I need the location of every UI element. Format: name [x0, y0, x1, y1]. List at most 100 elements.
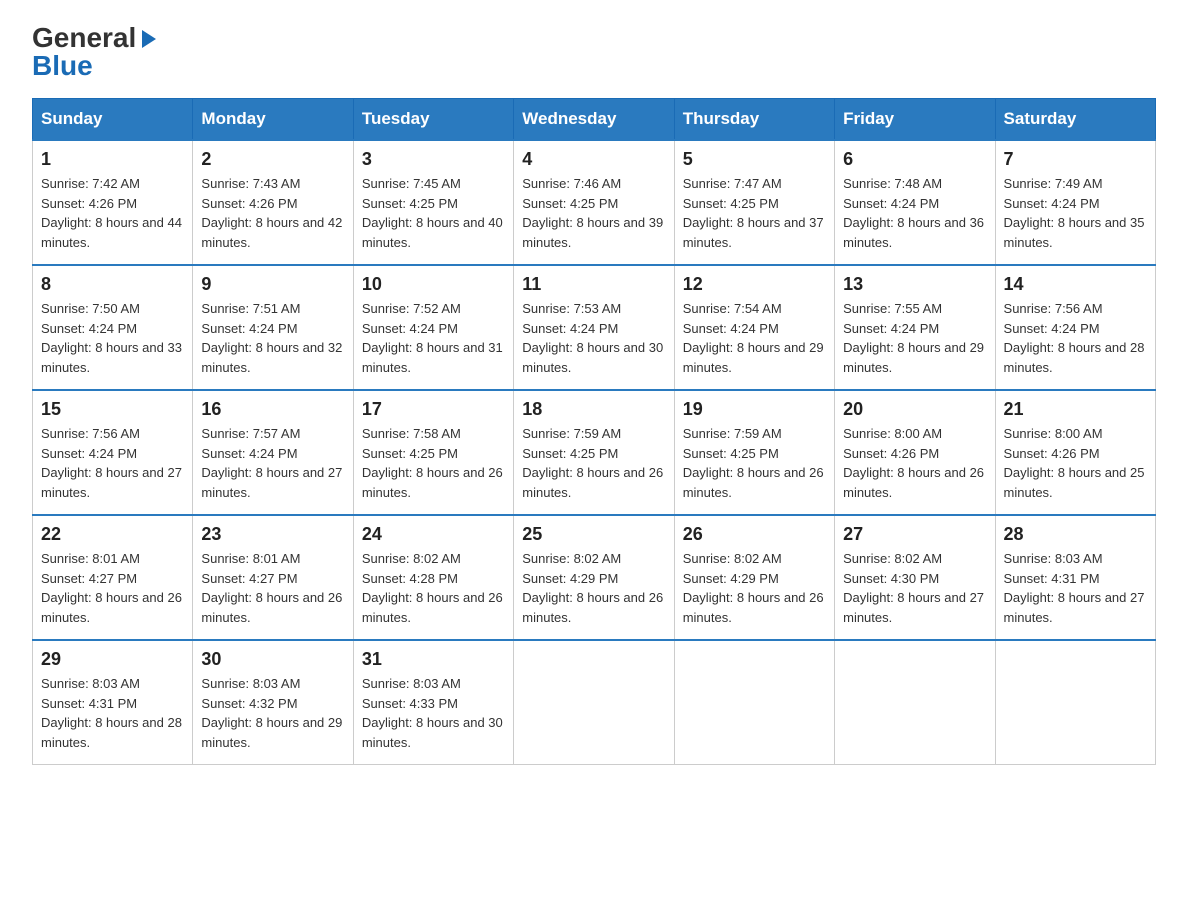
day-info: Sunrise: 8:02 AMSunset: 4:29 PMDaylight:…: [683, 549, 826, 627]
calendar-table: SundayMondayTuesdayWednesdayThursdayFrid…: [32, 98, 1156, 765]
day-info: Sunrise: 8:02 AMSunset: 4:28 PMDaylight:…: [362, 549, 505, 627]
day-number: 8: [41, 274, 184, 295]
calendar-day-cell: [835, 640, 995, 765]
day-info: Sunrise: 7:59 AMSunset: 4:25 PMDaylight:…: [683, 424, 826, 502]
calendar-day-cell: 2 Sunrise: 7:43 AMSunset: 4:26 PMDaylight…: [193, 140, 353, 265]
day-number: 12: [683, 274, 826, 295]
calendar-day-cell: 31 Sunrise: 8:03 AMSunset: 4:33 PMDayligh…: [353, 640, 513, 765]
day-number: 13: [843, 274, 986, 295]
calendar-day-cell: 20 Sunrise: 8:00 AMSunset: 4:26 PMDayligh…: [835, 390, 995, 515]
calendar-day-cell: [995, 640, 1155, 765]
day-info: Sunrise: 8:01 AMSunset: 4:27 PMDaylight:…: [201, 549, 344, 627]
day-info: Sunrise: 7:55 AMSunset: 4:24 PMDaylight:…: [843, 299, 986, 377]
day-number: 23: [201, 524, 344, 545]
day-number: 15: [41, 399, 184, 420]
weekday-header: Saturday: [995, 99, 1155, 141]
calendar-day-cell: 14 Sunrise: 7:56 AMSunset: 4:24 PMDayligh…: [995, 265, 1155, 390]
calendar-day-cell: 17Sunrise: 7:58 AMSunset: 4:25 PMDayligh…: [353, 390, 513, 515]
day-number: 10: [362, 274, 505, 295]
day-info: Sunrise: 7:42 AMSunset: 4:26 PMDaylight:…: [41, 174, 184, 252]
calendar-day-cell: 7 Sunrise: 7:49 AMSunset: 4:24 PMDaylight…: [995, 140, 1155, 265]
calendar-day-cell: 3 Sunrise: 7:45 AMSunset: 4:25 PMDaylight…: [353, 140, 513, 265]
calendar-header-row: SundayMondayTuesdayWednesdayThursdayFrid…: [33, 99, 1156, 141]
day-number: 16: [201, 399, 344, 420]
calendar-day-cell: 16 Sunrise: 7:57 AMSunset: 4:24 PMDayligh…: [193, 390, 353, 515]
calendar-day-cell: 27 Sunrise: 8:02 AMSunset: 4:30 PMDayligh…: [835, 515, 995, 640]
day-info: Sunrise: 8:02 AMSunset: 4:30 PMDaylight:…: [843, 549, 986, 627]
logo-general-text: General: [32, 24, 136, 52]
day-info: Sunrise: 7:48 AMSunset: 4:24 PMDaylight:…: [843, 174, 986, 252]
day-info: Sunrise: 8:03 AMSunset: 4:33 PMDaylight:…: [362, 674, 505, 752]
day-number: 28: [1004, 524, 1147, 545]
day-number: 2: [201, 149, 344, 170]
calendar-day-cell: 6 Sunrise: 7:48 AMSunset: 4:24 PMDaylight…: [835, 140, 995, 265]
day-info: Sunrise: 7:45 AMSunset: 4:25 PMDaylight:…: [362, 174, 505, 252]
day-info: Sunrise: 7:51 AMSunset: 4:24 PMDaylight:…: [201, 299, 344, 377]
day-number: 14: [1004, 274, 1147, 295]
day-info: Sunrise: 7:50 AMSunset: 4:24 PMDaylight:…: [41, 299, 184, 377]
page-header: General Blue: [32, 24, 1156, 80]
calendar-day-cell: 22 Sunrise: 8:01 AMSunset: 4:27 PMDayligh…: [33, 515, 193, 640]
day-info: Sunrise: 7:49 AMSunset: 4:24 PMDaylight:…: [1004, 174, 1147, 252]
logo-blue-text: Blue: [32, 50, 93, 81]
day-info: Sunrise: 8:01 AMSunset: 4:27 PMDaylight:…: [41, 549, 184, 627]
day-info: Sunrise: 7:56 AMSunset: 4:24 PMDaylight:…: [41, 424, 184, 502]
calendar-day-cell: 29 Sunrise: 8:03 AMSunset: 4:31 PMDayligh…: [33, 640, 193, 765]
day-number: 22: [41, 524, 184, 545]
day-info: Sunrise: 7:56 AMSunset: 4:24 PMDaylight:…: [1004, 299, 1147, 377]
calendar-day-cell: 25Sunrise: 8:02 AMSunset: 4:29 PMDayligh…: [514, 515, 674, 640]
day-number: 6: [843, 149, 986, 170]
calendar-day-cell: 8 Sunrise: 7:50 AMSunset: 4:24 PMDaylight…: [33, 265, 193, 390]
day-info: Sunrise: 7:43 AMSunset: 4:26 PMDaylight:…: [201, 174, 344, 252]
calendar-day-cell: 15 Sunrise: 7:56 AMSunset: 4:24 PMDayligh…: [33, 390, 193, 515]
calendar-day-cell: 9Sunrise: 7:51 AMSunset: 4:24 PMDaylight…: [193, 265, 353, 390]
calendar-day-cell: 5Sunrise: 7:47 AMSunset: 4:25 PMDaylight…: [674, 140, 834, 265]
calendar-week-row: 29 Sunrise: 8:03 AMSunset: 4:31 PMDayligh…: [33, 640, 1156, 765]
day-number: 7: [1004, 149, 1147, 170]
weekday-header: Tuesday: [353, 99, 513, 141]
calendar-day-cell: 10 Sunrise: 7:52 AMSunset: 4:24 PMDayligh…: [353, 265, 513, 390]
day-info: Sunrise: 7:59 AMSunset: 4:25 PMDaylight:…: [522, 424, 665, 502]
calendar-week-row: 15 Sunrise: 7:56 AMSunset: 4:24 PMDayligh…: [33, 390, 1156, 515]
day-number: 24: [362, 524, 505, 545]
calendar-week-row: 8 Sunrise: 7:50 AMSunset: 4:24 PMDaylight…: [33, 265, 1156, 390]
day-number: 3: [362, 149, 505, 170]
day-number: 29: [41, 649, 184, 670]
calendar-day-cell: 1 Sunrise: 7:42 AMSunset: 4:26 PMDaylight…: [33, 140, 193, 265]
logo: General Blue: [32, 24, 160, 80]
day-info: Sunrise: 7:52 AMSunset: 4:24 PMDaylight:…: [362, 299, 505, 377]
calendar-day-cell: 18 Sunrise: 7:59 AMSunset: 4:25 PMDayligh…: [514, 390, 674, 515]
weekday-header: Friday: [835, 99, 995, 141]
calendar-day-cell: 12 Sunrise: 7:54 AMSunset: 4:24 PMDayligh…: [674, 265, 834, 390]
day-number: 20: [843, 399, 986, 420]
day-info: Sunrise: 7:58 AMSunset: 4:25 PMDaylight:…: [362, 424, 505, 502]
calendar-day-cell: 19Sunrise: 7:59 AMSunset: 4:25 PMDayligh…: [674, 390, 834, 515]
calendar-day-cell: [514, 640, 674, 765]
weekday-header: Sunday: [33, 99, 193, 141]
calendar-day-cell: 23 Sunrise: 8:01 AMSunset: 4:27 PMDayligh…: [193, 515, 353, 640]
day-number: 31: [362, 649, 505, 670]
day-number: 26: [683, 524, 826, 545]
calendar-day-cell: 21 Sunrise: 8:00 AMSunset: 4:26 PMDayligh…: [995, 390, 1155, 515]
day-info: Sunrise: 7:57 AMSunset: 4:24 PMDaylight:…: [201, 424, 344, 502]
calendar-day-cell: 11Sunrise: 7:53 AMSunset: 4:24 PMDayligh…: [514, 265, 674, 390]
day-number: 18: [522, 399, 665, 420]
day-info: Sunrise: 7:54 AMSunset: 4:24 PMDaylight:…: [683, 299, 826, 377]
calendar-week-row: 22 Sunrise: 8:01 AMSunset: 4:27 PMDayligh…: [33, 515, 1156, 640]
day-info: Sunrise: 8:03 AMSunset: 4:31 PMDaylight:…: [41, 674, 184, 752]
day-info: Sunrise: 8:00 AMSunset: 4:26 PMDaylight:…: [843, 424, 986, 502]
day-number: 1: [41, 149, 184, 170]
day-info: Sunrise: 8:00 AMSunset: 4:26 PMDaylight:…: [1004, 424, 1147, 502]
day-number: 5: [683, 149, 826, 170]
calendar-day-cell: 24 Sunrise: 8:02 AMSunset: 4:28 PMDayligh…: [353, 515, 513, 640]
weekday-header: Monday: [193, 99, 353, 141]
day-number: 21: [1004, 399, 1147, 420]
calendar-day-cell: [674, 640, 834, 765]
day-info: Sunrise: 8:03 AMSunset: 4:32 PMDaylight:…: [201, 674, 344, 752]
day-number: 27: [843, 524, 986, 545]
calendar-day-cell: 26 Sunrise: 8:02 AMSunset: 4:29 PMDayligh…: [674, 515, 834, 640]
weekday-header: Thursday: [674, 99, 834, 141]
calendar-day-cell: 13 Sunrise: 7:55 AMSunset: 4:24 PMDayligh…: [835, 265, 995, 390]
day-number: 25: [522, 524, 665, 545]
weekday-header: Wednesday: [514, 99, 674, 141]
